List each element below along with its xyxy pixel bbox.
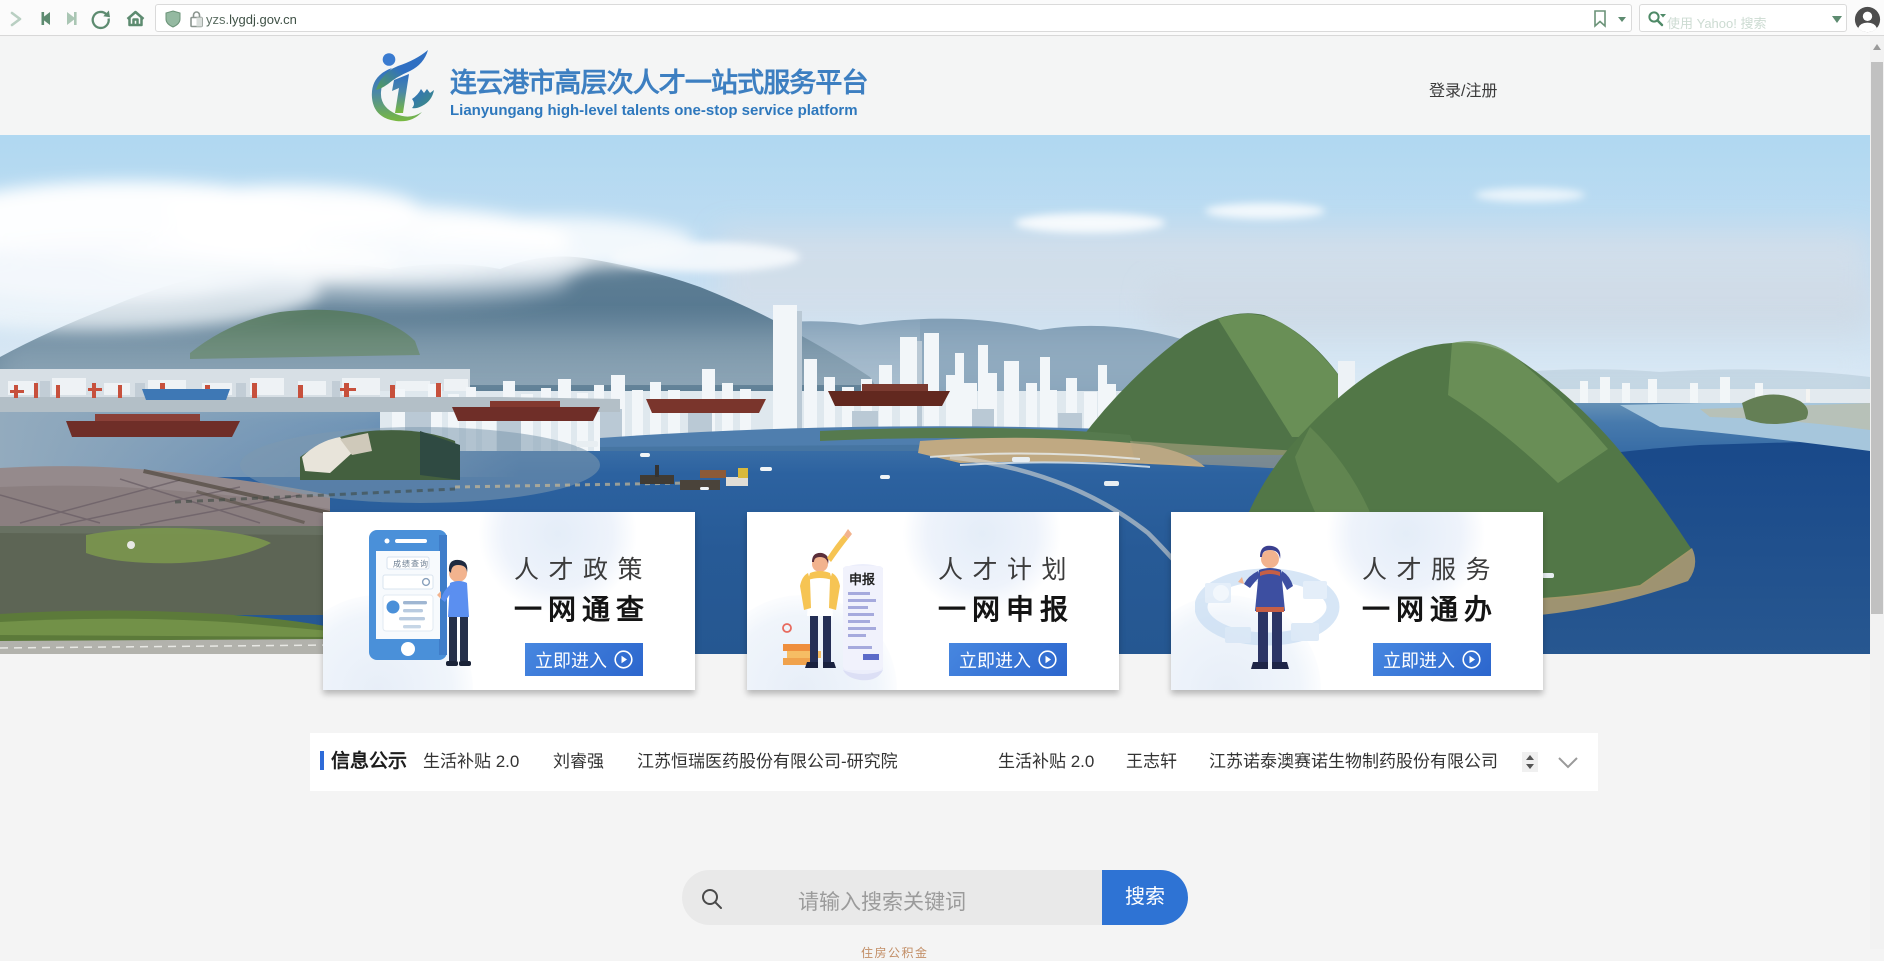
svg-text:申报: 申报	[849, 572, 876, 587]
svg-text:成绩查询: 成绩查询	[393, 559, 429, 569]
